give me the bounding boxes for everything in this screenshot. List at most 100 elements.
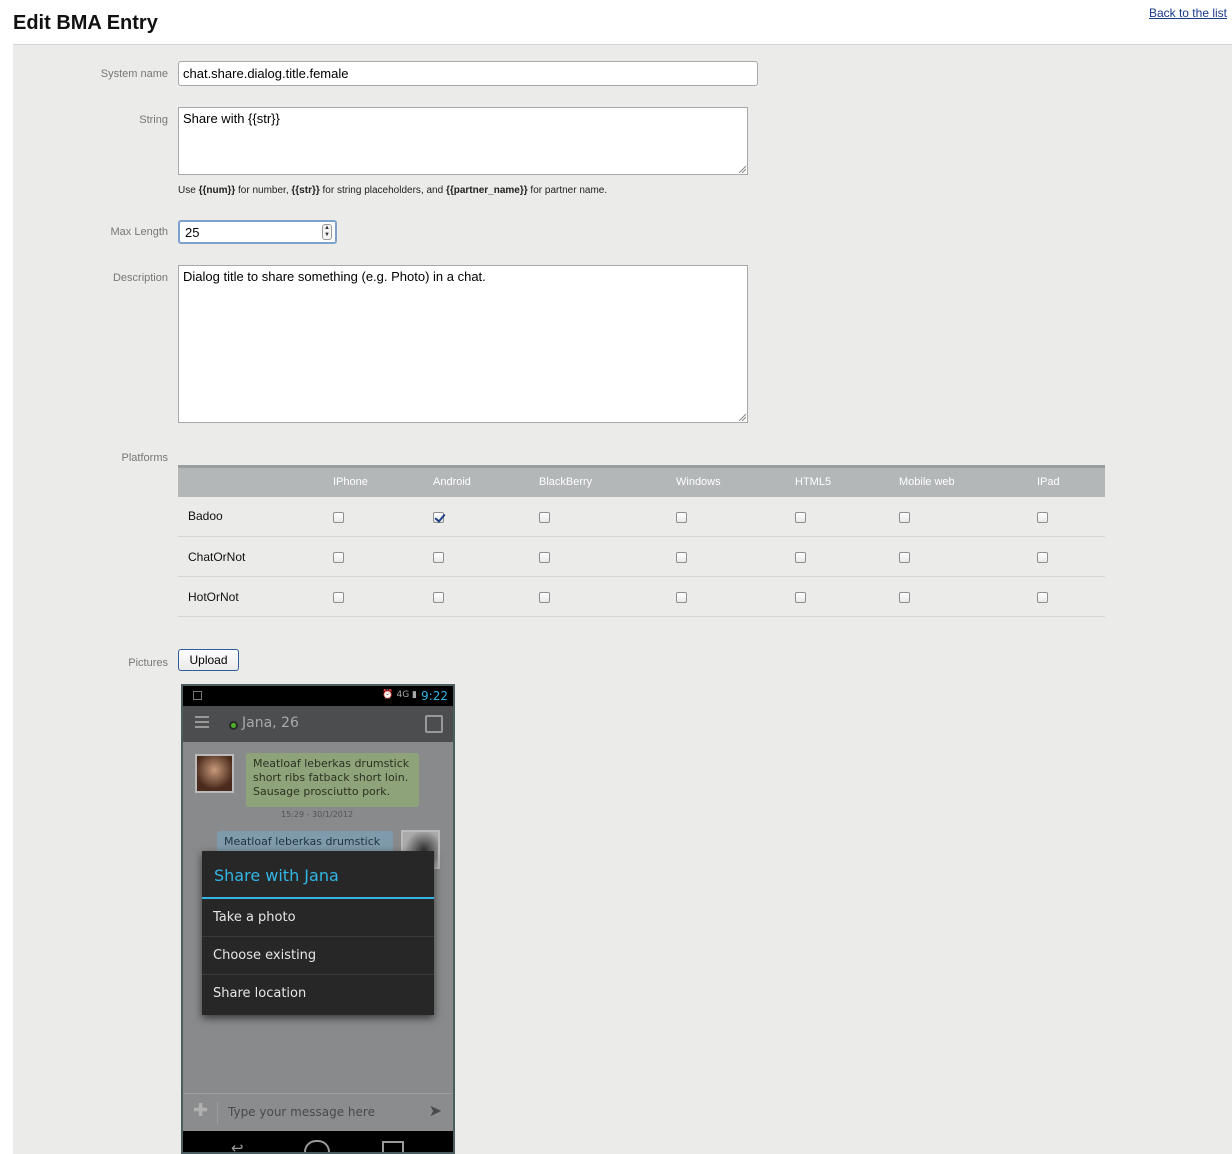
share-dialog-title: Share with Jana — [202, 851, 434, 899]
android-nav-bar: ↩ — [183, 1131, 453, 1154]
send-icon: ➤ — [428, 1101, 442, 1120]
page-title: Edit BMA Entry — [13, 12, 158, 34]
platform-checkbox[interactable] — [795, 591, 806, 603]
platform-checkbox[interactable] — [1037, 511, 1048, 523]
plus-icon: ✚ — [193, 1100, 209, 1121]
share-dialog: Share with Jana Take a photo Choose exis… — [202, 851, 434, 1015]
platform-cell — [1036, 576, 1105, 617]
system-name-label: System name — [100, 68, 168, 80]
column-header: Android — [433, 476, 471, 489]
platform-checkbox[interactable] — [676, 551, 687, 563]
compose-bar: ✚ Type your message here ➤ — [183, 1093, 453, 1131]
platform-checkbox[interactable] — [1037, 591, 1048, 603]
notification-icon — [193, 691, 202, 700]
site-name: Badoo — [178, 496, 332, 537]
platforms-header-row: IPhone Android BlackBerry Windows HTML5 … — [178, 466, 1105, 497]
platform-checkbox[interactable] — [539, 551, 550, 563]
screenshot-preview: ⏰ 4G ▮ 9:22 Jana, 26 Meatloaf leberkas d… — [181, 684, 455, 1154]
column-header: IPhone — [333, 476, 368, 489]
site-name: ChatOrNot — [178, 536, 332, 577]
platform-cell — [794, 496, 898, 537]
platform-checkbox[interactable] — [333, 551, 344, 563]
string-label: String — [139, 114, 168, 126]
home-icon — [304, 1140, 330, 1152]
platform-cell — [332, 576, 432, 617]
contact-avatar — [195, 754, 234, 793]
platform-checkbox[interactable] — [1037, 551, 1048, 563]
pictures-label: Pictures — [128, 657, 168, 669]
column-header: Windows — [676, 476, 721, 489]
system-name-input[interactable] — [178, 61, 758, 86]
edit-form-panel: System name String Share with {{str}} Us… — [13, 45, 1232, 1154]
platform-checkbox[interactable] — [795, 511, 806, 523]
platform-cell — [332, 496, 432, 537]
platforms-table: IPhone Android BlackBerry Windows HTML5 … — [178, 465, 1105, 617]
platform-checkbox[interactable] — [676, 591, 687, 603]
column-header: HTML5 — [795, 476, 832, 489]
platform-cell — [898, 536, 1036, 577]
column-header: Mobile web — [899, 476, 955, 489]
platform-row: Badoo — [178, 496, 1105, 537]
status-bar: ⏰ 4G ▮ 9:22 — [183, 686, 453, 706]
description-textarea[interactable]: Dialog title to share something (e.g. Ph… — [178, 265, 748, 423]
column-header: BlackBerry — [539, 476, 593, 489]
platform-row: HotOrNot — [178, 576, 1105, 617]
platform-cell — [332, 536, 432, 577]
dialog-item-take-photo: Take a photo — [202, 899, 434, 937]
platform-checkbox[interactable] — [676, 511, 687, 523]
description-label: Description — [112, 272, 168, 284]
string-textarea[interactable]: Share with {{str}} — [178, 107, 748, 175]
platform-cell — [898, 576, 1036, 617]
status-icons: ⏰ 4G ▮ — [382, 690, 417, 700]
platform-cell — [675, 536, 794, 577]
platform-cell — [538, 576, 675, 617]
platform-checkbox[interactable] — [899, 551, 910, 563]
platform-cell — [675, 576, 794, 617]
status-time: 9:22 — [421, 689, 448, 703]
platform-checkbox[interactable] — [899, 591, 910, 603]
platform-cell — [1036, 536, 1105, 577]
message-timestamp: 15:29 - 30/1/2012 — [281, 810, 354, 819]
platform-row: ChatOrNot — [178, 536, 1105, 577]
incoming-message: Meatloaf leberkas drumstick short ribs f… — [246, 753, 419, 807]
column-header: IPad — [1037, 476, 1060, 489]
online-status-icon — [229, 721, 238, 730]
platform-cell — [432, 496, 538, 537]
platform-checkbox[interactable] — [433, 551, 444, 563]
platform-cell — [538, 536, 675, 577]
platform-checkbox[interactable] — [433, 591, 444, 603]
back-to-list-link[interactable]: Back to the list — [1149, 6, 1227, 20]
platform-checkbox[interactable] — [333, 591, 344, 603]
max-length-label: Max Length — [110, 226, 168, 238]
platform-cell — [432, 536, 538, 577]
upload-button[interactable]: Upload — [178, 649, 239, 671]
max-length-stepper[interactable]: ▲ ▼ — [322, 224, 332, 240]
platform-cell — [898, 496, 1036, 537]
platform-checkbox[interactable] — [333, 511, 344, 523]
platform-cell — [794, 536, 898, 577]
platform-checkbox[interactable] — [433, 511, 444, 523]
platform-cell — [675, 496, 794, 537]
platform-cell — [432, 576, 538, 617]
compose-divider — [217, 1102, 218, 1124]
max-length-field: ▲▼ — [178, 220, 337, 244]
compose-placeholder: Type your message here — [228, 1105, 375, 1119]
recent-apps-icon — [382, 1141, 404, 1152]
back-icon: ↩ — [231, 1139, 244, 1154]
platforms-label: Platforms — [121, 452, 168, 464]
profile-icon — [425, 715, 443, 733]
platform-cell — [1036, 496, 1105, 537]
platform-checkbox[interactable] — [795, 551, 806, 563]
platform-checkbox[interactable] — [899, 511, 910, 523]
platform-checkbox[interactable] — [539, 511, 550, 523]
site-column-header — [178, 467, 332, 497]
site-name: HotOrNot — [178, 576, 332, 617]
placeholder-hint: Use {{num}} for number, {{str}} for stri… — [178, 185, 608, 196]
platform-checkbox[interactable] — [539, 591, 550, 603]
max-length-input[interactable] — [183, 223, 313, 241]
platform-cell — [538, 496, 675, 537]
contact-name: Jana, 26 — [242, 715, 299, 731]
menu-icon — [195, 716, 209, 728]
chat-action-bar: Jana, 26 — [183, 706, 453, 742]
dialog-item-share-location: Share location — [213, 986, 307, 1001]
